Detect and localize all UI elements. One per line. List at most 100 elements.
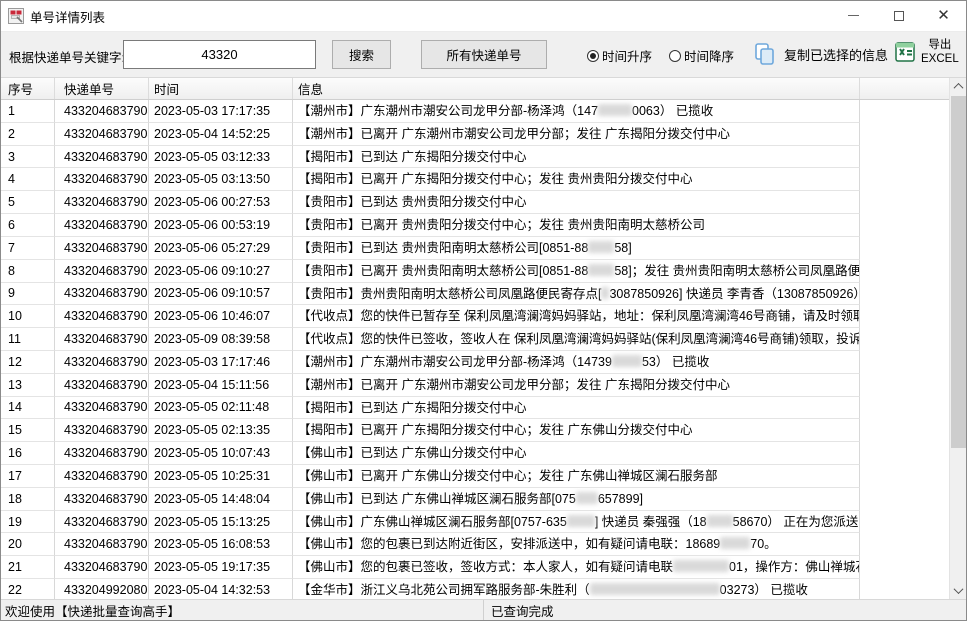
window-title: 单号详情列表 — [30, 7, 105, 26]
cell-info: 【佛山市】已到达 广东佛山禅城区澜石服务部[075657899] — [293, 488, 860, 511]
cell-index: 13 — [1, 374, 55, 397]
table-row[interactable]: 943320468379032023-05-06 09:10:57【贵阳市】贵州… — [1, 283, 949, 306]
table-row[interactable]: 1543320468379032023-05-05 02:13:35【揭阳市】已… — [1, 419, 949, 442]
copy-pages-icon — [754, 42, 776, 66]
cell-index: 9 — [1, 283, 55, 306]
cell-index: 19 — [1, 511, 55, 534]
table-row[interactable]: 1843320468379032023-05-05 14:48:04【佛山市】已… — [1, 488, 949, 511]
cell-tracking-number: 4332046837903 — [55, 191, 149, 214]
status-welcome: 欢迎使用【快递批量查询高手】 — [1, 600, 484, 620]
row-filler — [860, 442, 949, 465]
cell-tracking-number: 4332046837903 — [55, 442, 149, 465]
cell-info: 【佛山市】广东佛山禅城区澜石服务部[0757-635] 快递员 秦强强（1858… — [293, 511, 860, 534]
table-row[interactable]: 643320468379032023-05-06 00:53:19【贵阳市】已离… — [1, 214, 949, 237]
maximize-button[interactable] — [876, 1, 921, 30]
minimize-icon — [848, 15, 859, 16]
search-button[interactable]: 搜索 — [332, 40, 391, 69]
row-filler — [860, 374, 949, 397]
chevron-down-icon — [954, 584, 964, 594]
table-row[interactable]: 343320468379032023-05-05 03:12:33【揭阳市】已到… — [1, 146, 949, 169]
cell-index: 5 — [1, 191, 55, 214]
table-row[interactable]: 443320468379032023-05-05 03:13:50【揭阳市】已离… — [1, 168, 949, 191]
radio-time-ascending[interactable]: 时间升序 — [587, 46, 652, 65]
table-row[interactable]: 1343320468379032023-05-04 15:11:56【潮州市】已… — [1, 374, 949, 397]
cell-index: 15 — [1, 419, 55, 442]
table-row[interactable]: 243320468379032023-05-04 14:52:25【潮州市】已离… — [1, 123, 949, 146]
results-table: 序号 快递单号 时间 信息 143320468379032023-05-03 1… — [1, 77, 966, 599]
row-filler — [860, 123, 949, 146]
table-row[interactable]: 743320468379032023-05-06 05:27:29【贵阳市】已到… — [1, 237, 949, 260]
table-row[interactable]: 1043320468379032023-05-06 10:46:07【代收点】您… — [1, 305, 949, 328]
radio-time-descending[interactable]: 时间降序 — [669, 46, 734, 65]
cell-index: 11 — [1, 328, 55, 351]
table-row[interactable]: 1643320468379032023-05-05 10:07:43【佛山市】已… — [1, 442, 949, 465]
cell-index: 16 — [1, 442, 55, 465]
table-row[interactable]: 1743320468379032023-05-05 10:25:31【佛山市】已… — [1, 465, 949, 488]
cell-index: 12 — [1, 351, 55, 374]
table-header-row: 序号 快递单号 时间 信息 — [1, 78, 966, 100]
row-filler — [860, 511, 949, 534]
cell-index: 2 — [1, 123, 55, 146]
cell-index: 10 — [1, 305, 55, 328]
copy-selected-button[interactable]: 复制已选择的信息 — [754, 42, 888, 66]
title-bar: 单号详情列表 ✕ — [1, 1, 966, 31]
radio-unselected-icon — [669, 50, 681, 62]
cell-time: 2023-05-06 05:27:29 — [149, 237, 293, 260]
cell-index: 6 — [1, 214, 55, 237]
cell-time: 2023-05-04 14:32:53 — [149, 579, 293, 599]
cell-index: 4 — [1, 168, 55, 191]
cell-tracking-number: 4332046837903 — [55, 488, 149, 511]
cell-time: 2023-05-05 15:13:25 — [149, 511, 293, 534]
minimize-button[interactable] — [831, 1, 876, 30]
censored-blur — [567, 515, 595, 527]
close-icon: ✕ — [937, 8, 950, 23]
cell-time: 2023-05-06 00:27:53 — [149, 191, 293, 214]
cell-tracking-number: 4332046837903 — [55, 374, 149, 397]
cell-time: 2023-05-05 02:13:35 — [149, 419, 293, 442]
table-row[interactable]: 1443320468379032023-05-05 02:11:48【揭阳市】已… — [1, 397, 949, 420]
cell-time: 2023-05-04 14:52:25 — [149, 123, 293, 146]
table-row[interactable]: 2043320468379032023-05-05 16:08:53【佛山市】您… — [1, 533, 949, 556]
cell-index: 22 — [1, 579, 55, 599]
scroll-down-button[interactable] — [950, 582, 967, 599]
table-row[interactable]: 1243320468379032023-05-03 17:17:46【潮州市】广… — [1, 351, 949, 374]
cell-tracking-number: 4332046837903 — [55, 146, 149, 169]
cell-info: 【揭阳市】已到达 广东揭阳分拨交付中心 — [293, 146, 860, 169]
keyword-input[interactable] — [123, 40, 316, 69]
cell-time: 2023-05-03 17:17:35 — [149, 100, 293, 123]
cell-time: 2023-05-09 08:39:58 — [149, 328, 293, 351]
cell-index: 3 — [1, 146, 55, 169]
row-filler — [860, 100, 949, 123]
cell-info: 【贵阳市】贵州贵阳南明太慈桥公司凤凰路便民寄存点[3087850926] 快递员… — [293, 283, 860, 306]
vertical-scrollbar[interactable] — [949, 78, 966, 599]
toolbar: 根据快递单号关键字: 搜索 所有快递单号 时间升序 时间降序 复制已选择的信息 — [1, 31, 966, 77]
column-header-index[interactable]: 序号 — [1, 78, 55, 99]
table-row[interactable]: 1943320468379032023-05-05 15:13:25【佛山市】广… — [1, 511, 949, 534]
cell-time: 2023-05-05 02:11:48 — [149, 397, 293, 420]
column-header-tracking[interactable]: 快递单号 — [55, 78, 149, 99]
column-header-info[interactable]: 信息 — [293, 78, 860, 99]
cell-time: 2023-05-06 10:46:07 — [149, 305, 293, 328]
censored-blur — [590, 583, 720, 595]
cell-index: 7 — [1, 237, 55, 260]
cell-time: 2023-05-06 09:10:27 — [149, 260, 293, 283]
all-tracking-numbers-button[interactable]: 所有快递单号 — [421, 40, 547, 69]
scroll-up-button[interactable] — [950, 78, 967, 95]
table-row[interactable]: 2243320499208062023-05-04 14:32:53【金华市】浙… — [1, 579, 949, 599]
column-header-time[interactable]: 时间 — [149, 78, 293, 99]
table-row[interactable]: 1143320468379032023-05-09 08:39:58【代收点】您… — [1, 328, 949, 351]
cell-tracking-number: 4332046837903 — [55, 465, 149, 488]
censored-blur — [601, 287, 609, 299]
scrollbar-thumb[interactable] — [951, 96, 966, 448]
table-row[interactable]: 2143320468379032023-05-05 19:17:35【佛山市】您… — [1, 556, 949, 579]
table-row[interactable]: 143320468379032023-05-03 17:17:35【潮州市】广东… — [1, 100, 949, 123]
close-button[interactable]: ✕ — [921, 1, 966, 30]
export-excel-button[interactable]: 导出 EXCEL — [895, 38, 959, 67]
status-query-result: 已查询完成 — [484, 600, 966, 620]
table-row[interactable]: 543320468379032023-05-06 00:27:53【贵阳市】已到… — [1, 191, 949, 214]
cell-tracking-number: 4332046837903 — [55, 397, 149, 420]
cell-time: 2023-05-05 10:25:31 — [149, 465, 293, 488]
cell-info: 【代收点】您的快件已签收，签收人在 保利凤凰湾澜湾妈妈驿站(保利凤凰湾澜湾46号… — [293, 328, 860, 351]
table-row[interactable]: 843320468379032023-05-06 09:10:27【贵阳市】已离… — [1, 260, 949, 283]
cell-info: 【佛山市】您的包裹已到达附近街区，安排派送中，如有疑问请电联：1868970。 — [293, 533, 860, 556]
